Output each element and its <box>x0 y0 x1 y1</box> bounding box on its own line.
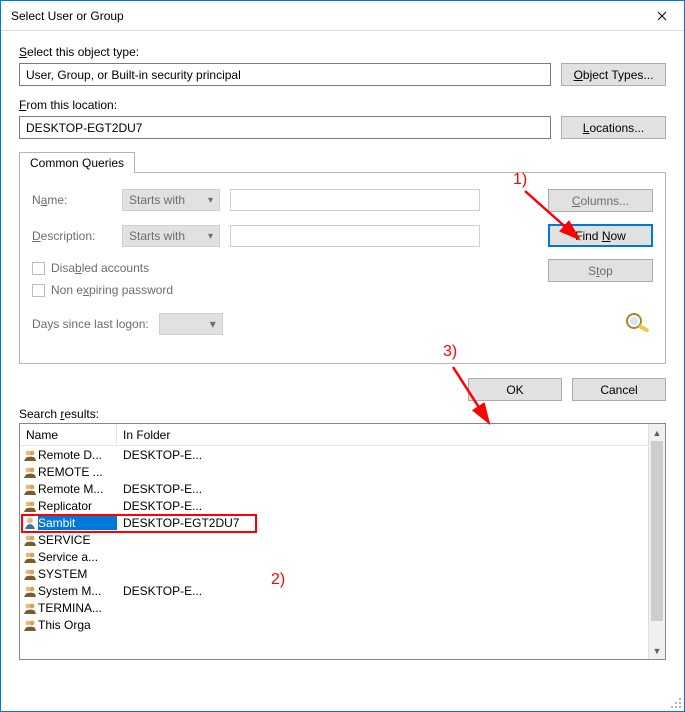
row-name: This Orga <box>38 618 117 632</box>
column-header-folder[interactable]: In Folder <box>117 428 648 442</box>
table-row[interactable]: TERMINA... <box>20 599 648 616</box>
name-label: Name: <box>32 193 112 207</box>
close-icon <box>657 11 667 21</box>
disabled-accounts-checkbox: Disabled accounts <box>32 261 541 275</box>
ok-button[interactable]: OK <box>468 378 562 401</box>
results-list[interactable]: Name In Folder Remote D...DESKTOP-E...RE… <box>19 423 666 660</box>
row-folder: DESKTOP-E... <box>117 499 202 513</box>
table-row[interactable]: Service a... <box>20 548 648 565</box>
row-name: SERVICE <box>38 533 117 547</box>
description-input <box>230 225 480 247</box>
row-name: Replicator <box>38 499 117 513</box>
group-icon <box>22 550 38 564</box>
row-name: Remote M... <box>38 482 117 496</box>
row-name: System M... <box>38 584 117 598</box>
scroll-up-icon[interactable]: ▲ <box>649 424 665 441</box>
group-icon <box>22 567 38 581</box>
row-name: Service a... <box>38 550 117 564</box>
group-icon <box>22 533 38 547</box>
dialog-content: Select this object type: Object Types...… <box>1 31 684 666</box>
table-row[interactable]: SYSTEM <box>20 565 648 582</box>
column-header-name[interactable]: Name <box>20 424 117 445</box>
group-icon <box>22 499 38 513</box>
chevron-down-icon: ▾ <box>208 231 213 242</box>
name-combo: Starts with▾ <box>122 189 220 211</box>
locations-button[interactable]: Locations... <box>561 116 666 139</box>
tab-body: Name: Starts with▾ Description: Starts w… <box>19 172 666 364</box>
checkbox-icon <box>32 262 45 275</box>
row-name: SYSTEM <box>38 567 117 581</box>
search-results-icon <box>623 310 653 335</box>
scroll-down-icon[interactable]: ▼ <box>649 642 665 659</box>
table-row[interactable]: This Orga <box>20 616 648 633</box>
table-row[interactable]: Remote M...DESKTOP-E... <box>20 480 648 497</box>
search-results-label: Search results: <box>19 407 666 421</box>
non-expiring-checkbox: Non expiring password <box>32 283 541 297</box>
object-type-field[interactable] <box>19 63 551 86</box>
checkbox-icon <box>32 284 45 297</box>
row-name: REMOTE ... <box>38 465 117 479</box>
columns-button: Columns... <box>548 189 653 212</box>
row-folder: DESKTOP-E... <box>117 584 202 598</box>
table-row[interactable]: SambitDESKTOP-EGT2DU7 <box>20 514 648 531</box>
row-name: Remote D... <box>38 448 117 462</box>
chevron-down-icon: ▾ <box>210 317 216 331</box>
group-icon <box>22 448 38 462</box>
row-folder: DESKTOP-E... <box>117 448 202 462</box>
days-logon-label: Days since last logon: <box>32 317 149 331</box>
group-icon <box>22 601 38 615</box>
group-icon <box>22 584 38 598</box>
group-icon <box>22 465 38 479</box>
row-name: TERMINA... <box>38 601 117 615</box>
table-row[interactable]: System M...DESKTOP-E... <box>20 582 648 599</box>
cancel-button[interactable]: Cancel <box>572 378 666 401</box>
resize-grip-icon[interactable] <box>670 697 682 709</box>
close-button[interactable] <box>639 1 684 31</box>
titlebar: Select User or Group <box>1 1 684 31</box>
name-input <box>230 189 480 211</box>
table-row[interactable]: REMOTE ... <box>20 463 648 480</box>
row-folder: DESKTOP-EGT2DU7 <box>117 516 239 530</box>
row-folder: DESKTOP-E... <box>117 482 202 496</box>
user-icon <box>22 516 38 530</box>
description-label: Description: <box>32 229 112 243</box>
days-logon-combo: ▾ <box>159 313 223 335</box>
table-row[interactable]: ReplicatorDESKTOP-E... <box>20 497 648 514</box>
group-icon <box>22 618 38 632</box>
stop-button: Stop <box>548 259 653 282</box>
scrollbar[interactable]: ▲ ▼ <box>648 424 665 659</box>
table-row[interactable]: Remote D...DESKTOP-E... <box>20 446 648 463</box>
chevron-down-icon: ▾ <box>208 195 213 206</box>
window-title: Select User or Group <box>11 9 639 23</box>
location-label: From this location: <box>19 98 666 112</box>
row-name: Sambit <box>38 516 117 530</box>
tab-common-queries[interactable]: Common Queries <box>19 152 135 173</box>
scroll-thumb[interactable] <box>651 441 663 621</box>
description-combo: Starts with▾ <box>122 225 220 247</box>
table-row[interactable]: SERVICE <box>20 531 648 548</box>
find-now-button[interactable]: Find Now <box>548 224 653 247</box>
object-types-button[interactable]: Object Types... <box>561 63 666 86</box>
object-type-label: Select this object type: <box>19 45 666 59</box>
group-icon <box>22 482 38 496</box>
location-field[interactable] <box>19 116 551 139</box>
